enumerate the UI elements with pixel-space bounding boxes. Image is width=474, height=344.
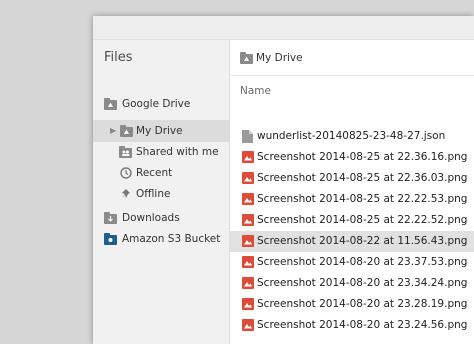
sidebar-item-label: Offline [136, 188, 171, 200]
file-name: Screenshot 2014-08-20 at 23.28.19.png [257, 298, 468, 310]
image-file-icon [242, 151, 254, 164]
image-file-icon [242, 214, 254, 227]
sidebar-item-google-drive[interactable]: Google Drive [93, 93, 230, 115]
divider [230, 75, 474, 76]
file-name: wunderlist-20140825-23-48-27.json [257, 130, 446, 142]
drive-icon [104, 97, 117, 110]
image-file-icon [242, 256, 254, 269]
sidebar: Files Google Drive ▶ My Drive Shared wit… [93, 40, 230, 344]
pin-icon [119, 187, 132, 200]
file-name: Screenshot 2014-08-25 at 22.22.52.png [257, 214, 468, 226]
image-file-icon [242, 172, 254, 185]
sidebar-item-label: Shared with me [136, 146, 219, 158]
file-list-panel: My Drive Name wunderlist-20140825-23-48-… [230, 40, 474, 344]
file-name: Screenshot 2014-08-25 at 22.22.53.png [257, 193, 468, 205]
image-file-icon [242, 193, 254, 206]
sidebar-item-offline[interactable]: Offline [93, 183, 230, 205]
my-drive-icon [120, 124, 133, 137]
file-row[interactable]: Screenshot 2014-08-20 at 23.34.24.png [230, 273, 474, 294]
file-name: Screenshot 2014-08-20 at 23.37.53.png [257, 256, 468, 268]
column-header-name[interactable]: Name [240, 85, 271, 97]
sidebar-item-label: My Drive [136, 125, 183, 137]
sidebar-item-label: Amazon S3 Bucket [122, 233, 221, 245]
title-bar[interactable] [93, 16, 474, 40]
file-name: Screenshot 2014-08-25 at 22.36.16.png [257, 151, 468, 163]
image-file-icon [242, 298, 254, 311]
file-row[interactable]: Screenshot 2014-08-20 at 23.37.53.png [230, 252, 474, 273]
file-row[interactable]: Screenshot 2014-08-25 at 22.36.16.png [230, 147, 474, 168]
sidebar-item-my-drive[interactable]: ▶ My Drive [93, 120, 230, 142]
chevron-right-icon[interactable]: ▶ [110, 126, 116, 135]
my-drive-icon [240, 51, 253, 64]
file-name: Screenshot 2014-08-20 at 23.34.24.png [257, 277, 468, 289]
file-row[interactable]: Screenshot 2014-08-25 at 22.22.52.png [230, 210, 474, 231]
file-row[interactable]: Screenshot 2014-08-25 at 22.22.53.png [230, 189, 474, 210]
file-name: Screenshot 2014-08-20 at 23.24.56.png [257, 319, 468, 331]
shared-icon [119, 145, 132, 158]
file-name: Screenshot 2014-08-25 at 22.36.03.png [257, 172, 468, 184]
file-name: Screenshot 2014-08-22 at 11.56.43.png [257, 235, 468, 247]
file-row[interactable]: wunderlist-20140825-23-48-27.json [230, 126, 474, 147]
sidebar-item-amazon-s3-bucket[interactable]: Amazon S3 Bucket [93, 228, 230, 250]
file-row[interactable]: Screenshot 2014-08-20 at 23.28.19.png [230, 294, 474, 315]
file-row[interactable]: Screenshot 2014-08-20 at 23.24.56.png [230, 315, 474, 336]
s3-bucket-icon [104, 232, 117, 245]
file-row[interactable]: Screenshot 2014-08-25 at 22.36.03.png [230, 168, 474, 189]
sidebar-item-label: Downloads [122, 212, 180, 224]
files-app-window: Files Google Drive ▶ My Drive Shared wit… [93, 16, 474, 344]
breadcrumb-label: My Drive [256, 51, 303, 64]
clock-icon [119, 166, 132, 179]
sidebar-item-label: Google Drive [122, 98, 191, 110]
sidebar-item-shared-with-me[interactable]: Shared with me [93, 141, 230, 163]
sidebar-item-downloads[interactable]: Downloads [93, 207, 230, 229]
sidebar-item-recent[interactable]: Recent [93, 162, 230, 184]
sidebar-title: Files [104, 50, 133, 65]
sidebar-item-label: Recent [136, 167, 173, 179]
image-file-icon [242, 319, 254, 332]
image-file-icon [242, 277, 254, 290]
breadcrumb[interactable]: My Drive [240, 51, 303, 64]
download-icon [104, 211, 117, 224]
file-icon [242, 130, 253, 143]
image-file-icon [242, 235, 254, 248]
file-row-selected[interactable]: Screenshot 2014-08-22 at 11.56.43.png [230, 231, 474, 252]
